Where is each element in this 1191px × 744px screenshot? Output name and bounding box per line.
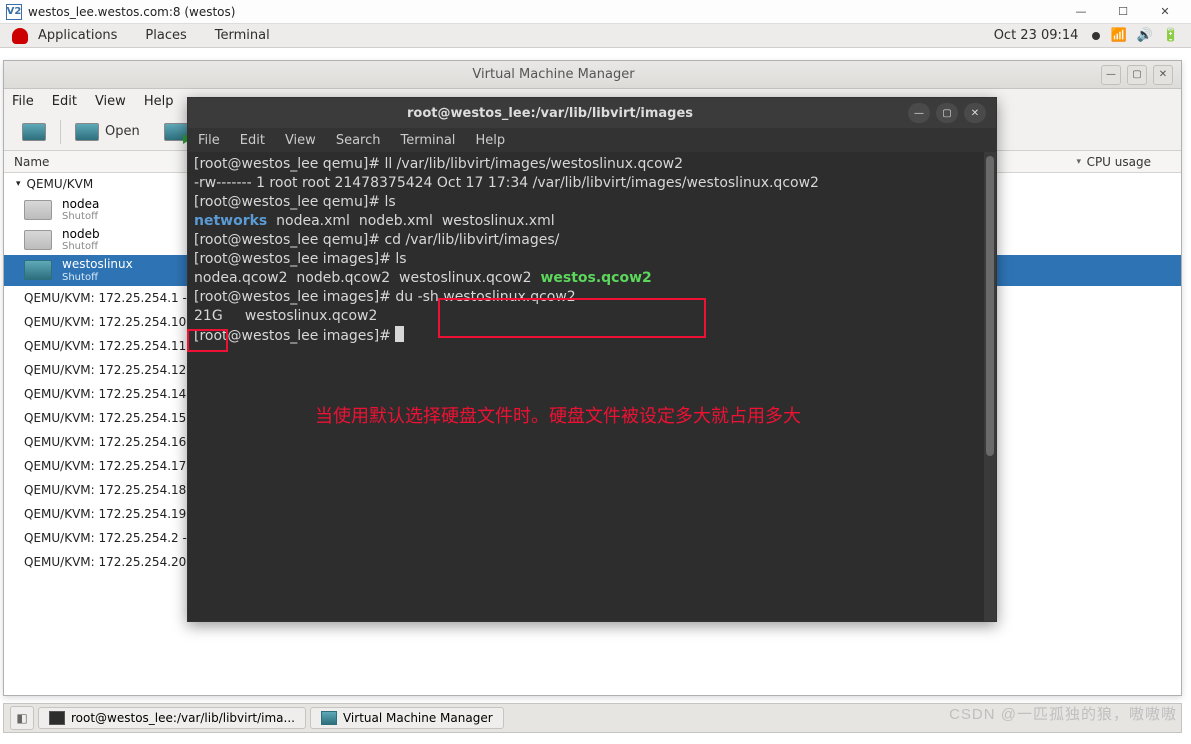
battery-icon[interactable]: 🔋	[1163, 28, 1179, 43]
term-line: nodea.xml nodeb.xml westoslinux.xml	[267, 213, 554, 229]
terminal-window: root@westos_lee:/var/lib/libvirt/images …	[187, 97, 997, 622]
term-output-size: 21G	[194, 308, 223, 324]
vm-status: Shutoff	[62, 211, 99, 222]
vm-icon	[24, 200, 52, 220]
term-line: -rw------- 1 root root 21478375424 Oct 1…	[194, 175, 819, 191]
terminal-close-button[interactable]: ✕	[964, 103, 986, 123]
vmm-menu-file[interactable]: File	[12, 94, 34, 109]
vmm-menu-help[interactable]: Help	[144, 94, 174, 109]
taskbar-terminal[interactable]: root@westos_lee:/var/lib/libvirt/ima...	[38, 707, 306, 729]
vm-status: Shutoff	[62, 241, 100, 252]
term-line: nodea.qcow2 nodeb.qcow2 westoslinux.qcow…	[194, 270, 540, 286]
menu-applications[interactable]: Applications	[38, 28, 117, 43]
annotation-box-cmd	[438, 298, 706, 338]
volume-icon[interactable]: 🔊	[1137, 28, 1153, 43]
open-label: Open	[105, 124, 140, 139]
new-vm-button[interactable]	[12, 119, 56, 145]
taskbar-vmm[interactable]: Virtual Machine Manager	[310, 707, 504, 729]
terminal-minimize-button[interactable]: —	[908, 103, 930, 123]
term-exec: westos.qcow2	[540, 270, 651, 286]
term-line: westoslinux.qcow2	[223, 308, 378, 324]
vm-icon	[24, 260, 52, 280]
term-menu-help[interactable]: Help	[475, 133, 505, 148]
watermark: CSDN @一匹孤独的狼，嗷嗷嗷	[949, 703, 1177, 724]
vnc-close-button[interactable]: ✕	[1145, 1, 1185, 23]
term-line: [root@westos_lee images]#	[194, 289, 395, 305]
vnc-icon: V2	[6, 4, 22, 20]
vm-name: nodeb	[62, 228, 100, 241]
terminal-title: root@westos_lee:/var/lib/libvirt/images	[198, 106, 902, 121]
terminal-body[interactable]: [root@westos_lee qemu]# ll /var/lib/libv…	[188, 152, 996, 621]
annotation-text: 当使用默认选择硬盘文件时。硬盘文件被设定多大就占用多大	[315, 407, 801, 426]
redhat-icon	[12, 28, 28, 44]
menu-places[interactable]: Places	[145, 28, 186, 43]
term-line: [root@westos_lee images]# ls	[194, 251, 407, 267]
taskbar-label: root@westos_lee:/var/lib/libvirt/ima...	[71, 711, 295, 725]
terminal-menubar: File Edit View Search Terminal Help	[188, 128, 996, 152]
taskbar-label: Virtual Machine Manager	[343, 711, 493, 725]
vnc-title: westos_lee.westos.com:8 (westos)	[28, 5, 1061, 19]
term-menu-search[interactable]: Search	[336, 133, 381, 148]
vm-status: Shutoff	[62, 272, 133, 283]
term-menu-edit[interactable]: Edit	[240, 133, 265, 148]
open-vm-button[interactable]: Open	[65, 119, 150, 145]
cursor-icon	[395, 326, 404, 342]
vm-icon	[24, 230, 52, 250]
term-line: [root@westos_lee qemu]# ls	[194, 194, 396, 210]
vnc-maximize-button[interactable]: ☐	[1103, 1, 1143, 23]
show-desktop-button[interactable]: ◧	[10, 706, 34, 730]
vmm-maximize-button[interactable]: ▢	[1127, 65, 1147, 85]
scrollbar-thumb[interactable]	[986, 156, 994, 456]
vmm-menu-edit[interactable]: Edit	[52, 94, 77, 109]
vmm-icon	[321, 711, 337, 725]
terminal-maximize-button[interactable]: ▢	[936, 103, 958, 123]
terminal-icon	[49, 711, 65, 725]
vm-name: nodea	[62, 198, 99, 211]
term-dir: networks	[194, 213, 267, 229]
vmm-titlebar[interactable]: Virtual Machine Manager — ▢ ✕	[4, 61, 1181, 89]
vnc-titlebar: V2 westos_lee.westos.com:8 (westos) — ☐ …	[0, 0, 1191, 24]
gnome-top-bar: Applications Places Terminal Oct 23 09:1…	[0, 24, 1191, 48]
clock[interactable]: Oct 23 09:14	[994, 28, 1079, 43]
network-icon[interactable]: 📶	[1110, 28, 1126, 43]
col-cpu[interactable]: CPU usage	[1081, 155, 1171, 169]
vmm-menu-view[interactable]: View	[95, 94, 126, 109]
annotation-box-size	[187, 329, 228, 352]
vnc-minimize-button[interactable]: —	[1061, 1, 1101, 23]
term-line: [root@westos_lee qemu]# ll /var/lib/libv…	[194, 156, 683, 172]
term-menu-terminal[interactable]: Terminal	[400, 133, 455, 148]
group-label: QEMU/KVM	[27, 177, 94, 191]
term-menu-file[interactable]: File	[198, 133, 220, 148]
vmm-close-button[interactable]: ✕	[1153, 65, 1173, 85]
chevron-down-icon: ▾	[16, 179, 21, 189]
vmm-minimize-button[interactable]: —	[1101, 65, 1121, 85]
term-menu-view[interactable]: View	[285, 133, 316, 148]
clock-dot-icon	[1092, 32, 1100, 40]
term-line: [root@westos_lee qemu]# cd /var/lib/libv…	[194, 232, 559, 248]
menu-terminal[interactable]: Terminal	[215, 28, 270, 43]
vmm-title: Virtual Machine Manager	[12, 67, 1095, 82]
vm-name: westoslinux	[62, 258, 133, 271]
terminal-titlebar[interactable]: root@westos_lee:/var/lib/libvirt/images …	[188, 98, 996, 128]
terminal-scrollbar[interactable]	[984, 152, 996, 621]
